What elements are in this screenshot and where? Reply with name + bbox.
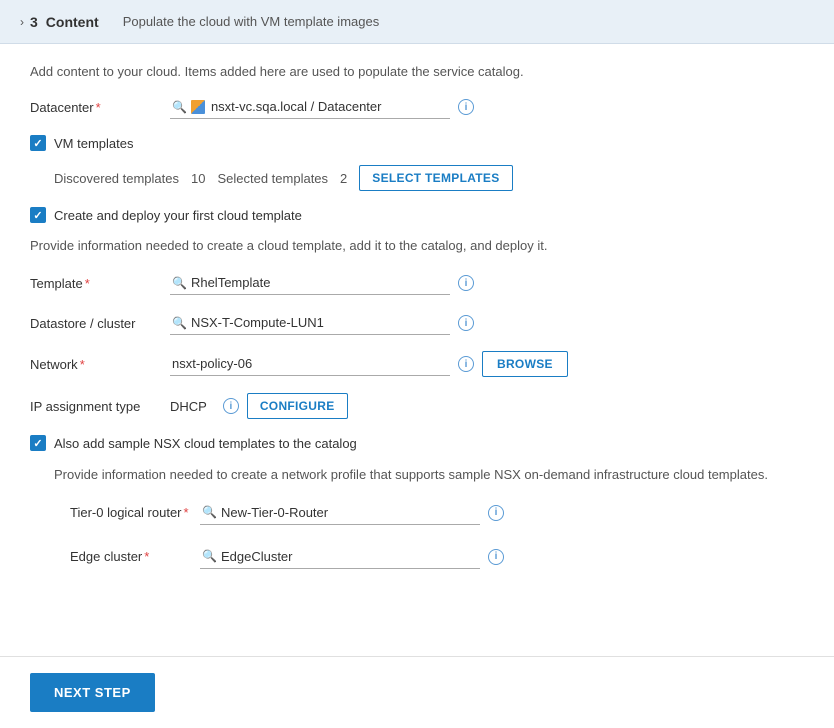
tier0-info-icon[interactable]: i [488, 505, 504, 521]
datastore-input-wrapper: 🔍 NSX-T-Compute-LUN1 i [170, 311, 804, 335]
edge-cluster-value: EdgeCluster [221, 549, 293, 564]
datastore-row: Datastore / cluster 🔍 NSX-T-Compute-LUN1… [30, 311, 804, 335]
ip-assignment-info-icon[interactable]: i [223, 398, 239, 414]
network-row: Network* nsxt-policy-06 i BROWSE [30, 351, 804, 377]
create-deploy-checkbox[interactable] [30, 207, 46, 223]
vm-templates-checkbox-row: VM templates [30, 135, 804, 151]
tier0-search-icon: 🔍 [202, 505, 217, 519]
datacenter-icon [191, 100, 205, 114]
datacenter-label: Datacenter* [30, 100, 170, 115]
vm-templates-checkbox[interactable] [30, 135, 46, 151]
edge-cluster-row: Edge cluster* 🔍 EdgeCluster i [70, 545, 804, 569]
templates-row: Discovered templates 10 Selected templat… [30, 165, 804, 191]
browse-button[interactable]: BROWSE [482, 351, 568, 377]
datacenter-input[interactable]: 🔍 nsxt-vc.sqa.local / Datacenter [170, 95, 450, 119]
ip-assignment-wrapper: DHCP i CONFIGURE [170, 393, 804, 419]
ip-assignment-value: DHCP [170, 399, 207, 414]
header: › 3 Content Populate the cloud with VM t… [0, 0, 834, 44]
network-input[interactable]: nsxt-policy-06 [170, 352, 450, 376]
tier0-row: Tier-0 logical router* 🔍 New-Tier-0-Rout… [70, 501, 804, 525]
provide-description: Provide information needed to create a c… [30, 237, 804, 255]
edge-cluster-search-icon: 🔍 [202, 549, 217, 563]
network-info-icon[interactable]: i [458, 356, 474, 372]
selected-templates-label: Selected templates [217, 171, 328, 186]
network-input-wrapper: nsxt-policy-06 i BROWSE [170, 351, 804, 377]
nsx-checkbox-label: Also add sample NSX cloud templates to t… [54, 436, 357, 451]
template-label: Template* [30, 276, 170, 291]
nsx-checkbox[interactable] [30, 435, 46, 451]
datastore-info-icon[interactable]: i [458, 315, 474, 331]
tier0-value: New-Tier-0-Router [221, 505, 328, 520]
next-step-button[interactable]: NEXT STEP [30, 673, 155, 712]
nsx-description: Provide information needed to create a n… [30, 465, 804, 485]
network-value: nsxt-policy-06 [172, 356, 252, 371]
search-icon: 🔍 [172, 100, 187, 114]
step-label: Content [46, 14, 99, 30]
selected-templates-count: 2 [340, 171, 347, 186]
tier0-input-wrapper: 🔍 New-Tier-0-Router i [200, 501, 804, 525]
ip-assignment-row: IP assignment type DHCP i CONFIGURE [30, 393, 804, 419]
discovered-templates-label: Discovered templates [54, 171, 179, 186]
datastore-input[interactable]: 🔍 NSX-T-Compute-LUN1 [170, 311, 450, 335]
edge-cluster-info-icon[interactable]: i [488, 549, 504, 565]
network-label: Network* [30, 357, 170, 372]
vm-templates-label: VM templates [54, 136, 133, 151]
edge-cluster-label: Edge cluster* [70, 545, 200, 564]
footer: NEXT STEP [0, 656, 834, 728]
ip-assignment-label: IP assignment type [30, 399, 170, 414]
template-info-icon[interactable]: i [458, 275, 474, 291]
create-deploy-checkbox-row: Create and deploy your first cloud templ… [30, 207, 804, 223]
template-value: RhelTemplate [191, 275, 271, 290]
edge-cluster-input-wrapper: 🔍 EdgeCluster i [200, 545, 804, 569]
section-description: Add content to your cloud. Items added h… [30, 64, 804, 79]
select-templates-button[interactable]: SELECT TEMPLATES [359, 165, 512, 191]
datastore-label: Datastore / cluster [30, 316, 170, 331]
configure-button[interactable]: CONFIGURE [247, 393, 348, 419]
tier0-label: Tier-0 logical router* [70, 501, 200, 520]
datacenter-info-icon[interactable]: i [458, 99, 474, 115]
step-number: 3 [30, 14, 38, 30]
main-content: Add content to your cloud. Items added h… [0, 44, 834, 656]
nsx-section: Also add sample NSX cloud templates to t… [30, 435, 804, 569]
datastore-search-icon: 🔍 [172, 316, 187, 330]
create-deploy-label: Create and deploy your first cloud templ… [54, 208, 302, 223]
chevron-icon: › [20, 15, 24, 29]
header-description: Populate the cloud with VM template imag… [123, 14, 380, 29]
datacenter-input-wrapper: 🔍 nsxt-vc.sqa.local / Datacenter i [170, 95, 804, 119]
template-input[interactable]: 🔍 RhelTemplate [170, 271, 450, 295]
template-row: Template* 🔍 RhelTemplate i [30, 271, 804, 295]
discovered-templates-count: 10 [191, 171, 205, 186]
datacenter-row: Datacenter* 🔍 nsxt-vc.sqa.local / Datace… [30, 95, 804, 119]
datacenter-value: nsxt-vc.sqa.local / Datacenter [211, 99, 382, 114]
tier0-input[interactable]: 🔍 New-Tier-0-Router [200, 501, 480, 525]
edge-cluster-input[interactable]: 🔍 EdgeCluster [200, 545, 480, 569]
nsx-checkbox-row: Also add sample NSX cloud templates to t… [30, 435, 804, 451]
template-search-icon: 🔍 [172, 276, 187, 290]
datastore-value: NSX-T-Compute-LUN1 [191, 315, 324, 330]
template-input-wrapper: 🔍 RhelTemplate i [170, 271, 804, 295]
nsx-sub-form: Tier-0 logical router* 🔍 New-Tier-0-Rout… [30, 501, 804, 569]
page-wrapper: › 3 Content Populate the cloud with VM t… [0, 0, 834, 728]
